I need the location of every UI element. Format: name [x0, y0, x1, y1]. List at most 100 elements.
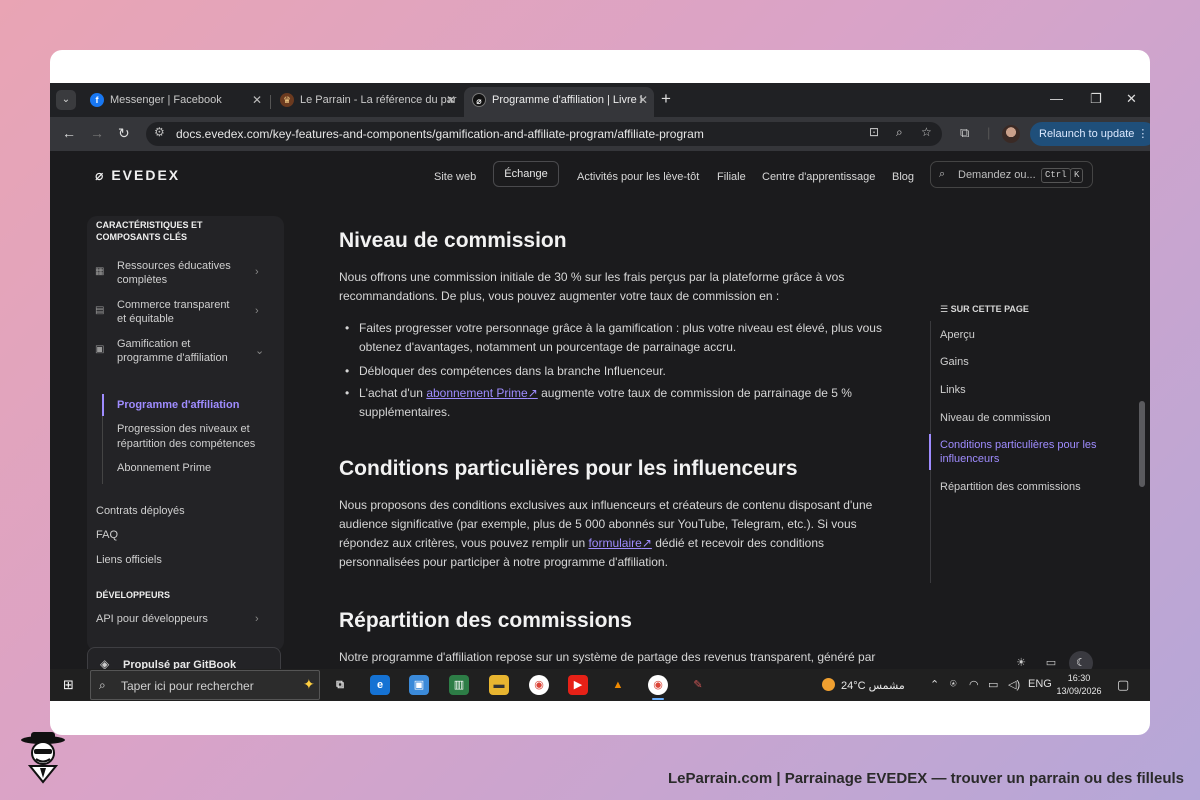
nav-learning-center[interactable]: Centre d'apprentissage [762, 171, 875, 183]
toc-item-influencers[interactable]: Conditions particulières pour les influe… [940, 438, 1100, 466]
sidebar-item-faq[interactable]: FAQ [96, 529, 118, 541]
weather-sun-icon [822, 678, 835, 691]
chevron-down-icon[interactable]: ⌄ [255, 344, 264, 357]
sidebar-item-resources[interactable]: Ressources éducatives complètes [117, 259, 237, 287]
address-bar[interactable]: ⚙ docs.evedex.com/key-features-and-compo… [146, 122, 942, 146]
toc-item-repartition[interactable]: Répartition des commissions [940, 480, 1100, 494]
toc-item-links[interactable]: Links [940, 383, 1100, 397]
reload-icon[interactable]: ↻ [118, 125, 130, 142]
window-close-icon[interactable]: ✕ [1126, 91, 1137, 107]
gitbook-icon: ◈ [100, 657, 110, 669]
page-scrollbar[interactable] [1139, 401, 1145, 487]
tab-search-button[interactable]: ⌄ [56, 90, 76, 110]
language-indicator[interactable]: ENG [1028, 678, 1052, 690]
windows-start-icon[interactable]: ⊞ [63, 677, 74, 693]
sidebar-item-affiliate-program[interactable]: Programme d'affiliation [117, 398, 277, 413]
sidebar-item-prime[interactable]: Abonnement Prime [117, 461, 277, 476]
sidebar-item-commerce[interactable]: Commerce transparent et équitable [117, 298, 237, 326]
back-arrow-icon[interactable]: ← [62, 125, 76, 141]
toolbar-divider: | [987, 125, 991, 140]
tray-meet-icon[interactable]: ⍟ [950, 678, 957, 691]
profile-avatar[interactable] [1002, 125, 1020, 143]
relaunch-button[interactable]: Relaunch to update ⋮ [1030, 122, 1150, 146]
logo-text: EVEDEX [111, 167, 181, 183]
tab-divider [270, 95, 271, 109]
search-icon: ⌕ [99, 678, 106, 692]
youtube-icon[interactable]: ▶ [568, 675, 588, 695]
nav-early-activities[interactable]: Activités pour les lève-tôt [577, 171, 699, 183]
site-logo[interactable]: ⌀ EVEDEX [95, 167, 180, 184]
bookmark-star-icon[interactable]: ☆ [921, 125, 932, 139]
edge-icon[interactable]: e [370, 675, 390, 695]
site-search[interactable]: ⌕ Demandez ou... Ctrl K [930, 161, 1093, 188]
screenshot-card: ⌄ f Messenger | Facebook ✕ ♛ Le Parrain … [50, 50, 1150, 735]
relaunch-label: Relaunch to update [1039, 128, 1135, 140]
forward-arrow-icon[interactable]: → [90, 125, 104, 141]
wifi-icon[interactable]: ◠ [969, 678, 979, 691]
notification-icon[interactable]: ▢ [1117, 677, 1129, 693]
volume-icon[interactable]: ◁) [1008, 678, 1020, 691]
sidebar-item-level-progression[interactable]: Progression des niveaux et répartition d… [117, 422, 277, 452]
minimize-icon[interactable]: — [1050, 91, 1063, 106]
sidebar-item-gamification[interactable]: Gamification et programme d'affiliation [117, 337, 247, 365]
restore-icon[interactable]: ❐ [1090, 91, 1102, 107]
toc-item-apercu[interactable]: Aperçu [940, 328, 1100, 342]
chrome-active-icon[interactable]: ◉ [648, 675, 668, 700]
chevron-right-icon[interactable]: › [255, 613, 259, 625]
extensions-puzzle-icon[interactable]: ⧉ [960, 125, 969, 141]
sidebar-section-developers: DÉVELOPPEURS [96, 590, 171, 600]
watermark-caption: LeParrain.com | Parrainage EVEDEX — trou… [667, 770, 1184, 787]
clock-date: 13/09/2026 [1056, 686, 1102, 696]
tab-label: Programme d'affiliation | Livre l [492, 94, 643, 106]
app-chart-icon[interactable]: ▥ [449, 675, 469, 695]
prime-subscription-link[interactable]: abonnement Prime [426, 386, 527, 400]
chevron-right-icon[interactable]: › [255, 266, 259, 278]
nav-site-web[interactable]: Site web [434, 171, 476, 183]
sidebar-item-official-links[interactable]: Liens officiels [96, 554, 162, 566]
store-icon[interactable]: ▣ [409, 675, 429, 695]
translate-icon[interactable]: ⊡ [869, 125, 879, 139]
new-tab-button[interactable]: + [661, 89, 671, 109]
close-icon[interactable]: ✕ [446, 87, 456, 113]
file-explorer-icon[interactable]: ▬ [489, 675, 509, 695]
nav-filiale[interactable]: Filiale [717, 171, 746, 183]
tab-evedex[interactable]: ⌀ Programme d'affiliation | Livre l ✕ [464, 87, 654, 117]
gitbook-badge[interactable]: ◈ Propulsé par GitBook [87, 647, 281, 669]
chrome-icon[interactable]: ◉ [529, 675, 549, 695]
sidebar-item-contracts[interactable]: Contrats déployés [96, 505, 185, 517]
search-icon: ⌕ [939, 168, 946, 180]
weather-widget[interactable]: 24°C مشمس [822, 678, 905, 692]
task-view-icon[interactable]: ⧉ [330, 675, 350, 695]
toc-item-commission[interactable]: Niveau de commission [940, 411, 1100, 425]
search-placeholder: Demandez ou... [958, 169, 1036, 181]
leparrain-mascot-logo [21, 732, 65, 784]
evedex-icon: ⌀ [472, 93, 486, 107]
close-icon[interactable]: ✕ [638, 87, 648, 113]
chevron-right-icon[interactable]: › [255, 305, 259, 317]
external-link-icon: ↗ [641, 536, 652, 550]
tab-leparrain[interactable]: ♛ Le Parrain - La référence du par ✕ [272, 87, 462, 117]
paint-icon[interactable]: ✎ [688, 675, 708, 695]
taskbar-search[interactable]: ⌕ Taper ici pour rechercher ✦ [90, 670, 320, 700]
tray-chevron-up-icon[interactable]: ⌃ [930, 678, 939, 691]
address-bar-row: ← → ↻ ⚙ docs.evedex.com/key-features-and… [50, 117, 1150, 151]
taskbar-clock[interactable]: 16:30 13/09/2026 [1055, 672, 1103, 698]
nav-echange[interactable]: Échange [493, 161, 559, 187]
sidebar-item-api[interactable]: API pour développeurs [96, 613, 208, 625]
vlc-icon[interactable]: ▲ [608, 675, 628, 695]
url-text[interactable]: docs.evedex.com/key-features-and-compone… [176, 127, 704, 141]
list-item-text: Faites progresser votre personnage grâce… [359, 321, 882, 354]
paragraph-influencers: Nous proposons des conditions exclusives… [339, 496, 904, 572]
tab-messenger[interactable]: f Messenger | Facebook ✕ [82, 87, 268, 117]
toc-item-gains[interactable]: Gains [940, 355, 1100, 369]
library-icon: ▦ [95, 266, 105, 277]
docs-sidebar: CARACTÉRISTIQUES ET COMPOSANTS CLÉS ▦ Re… [87, 216, 284, 651]
nav-blog[interactable]: Blog [892, 171, 914, 183]
form-link[interactable]: formulaire [588, 536, 641, 550]
sidebar-section-title: CARACTÉRISTIQUES ET COMPOSANTS CLÉS [96, 220, 203, 242]
site-info-icon[interactable]: ⚙ [154, 125, 165, 139]
close-icon[interactable]: ✕ [252, 87, 262, 113]
battery-icon[interactable]: ▭ [988, 678, 998, 691]
more-vert-icon[interactable]: ⋮ [1137, 122, 1148, 146]
zoom-icon[interactable]: ⌕ [896, 125, 903, 140]
